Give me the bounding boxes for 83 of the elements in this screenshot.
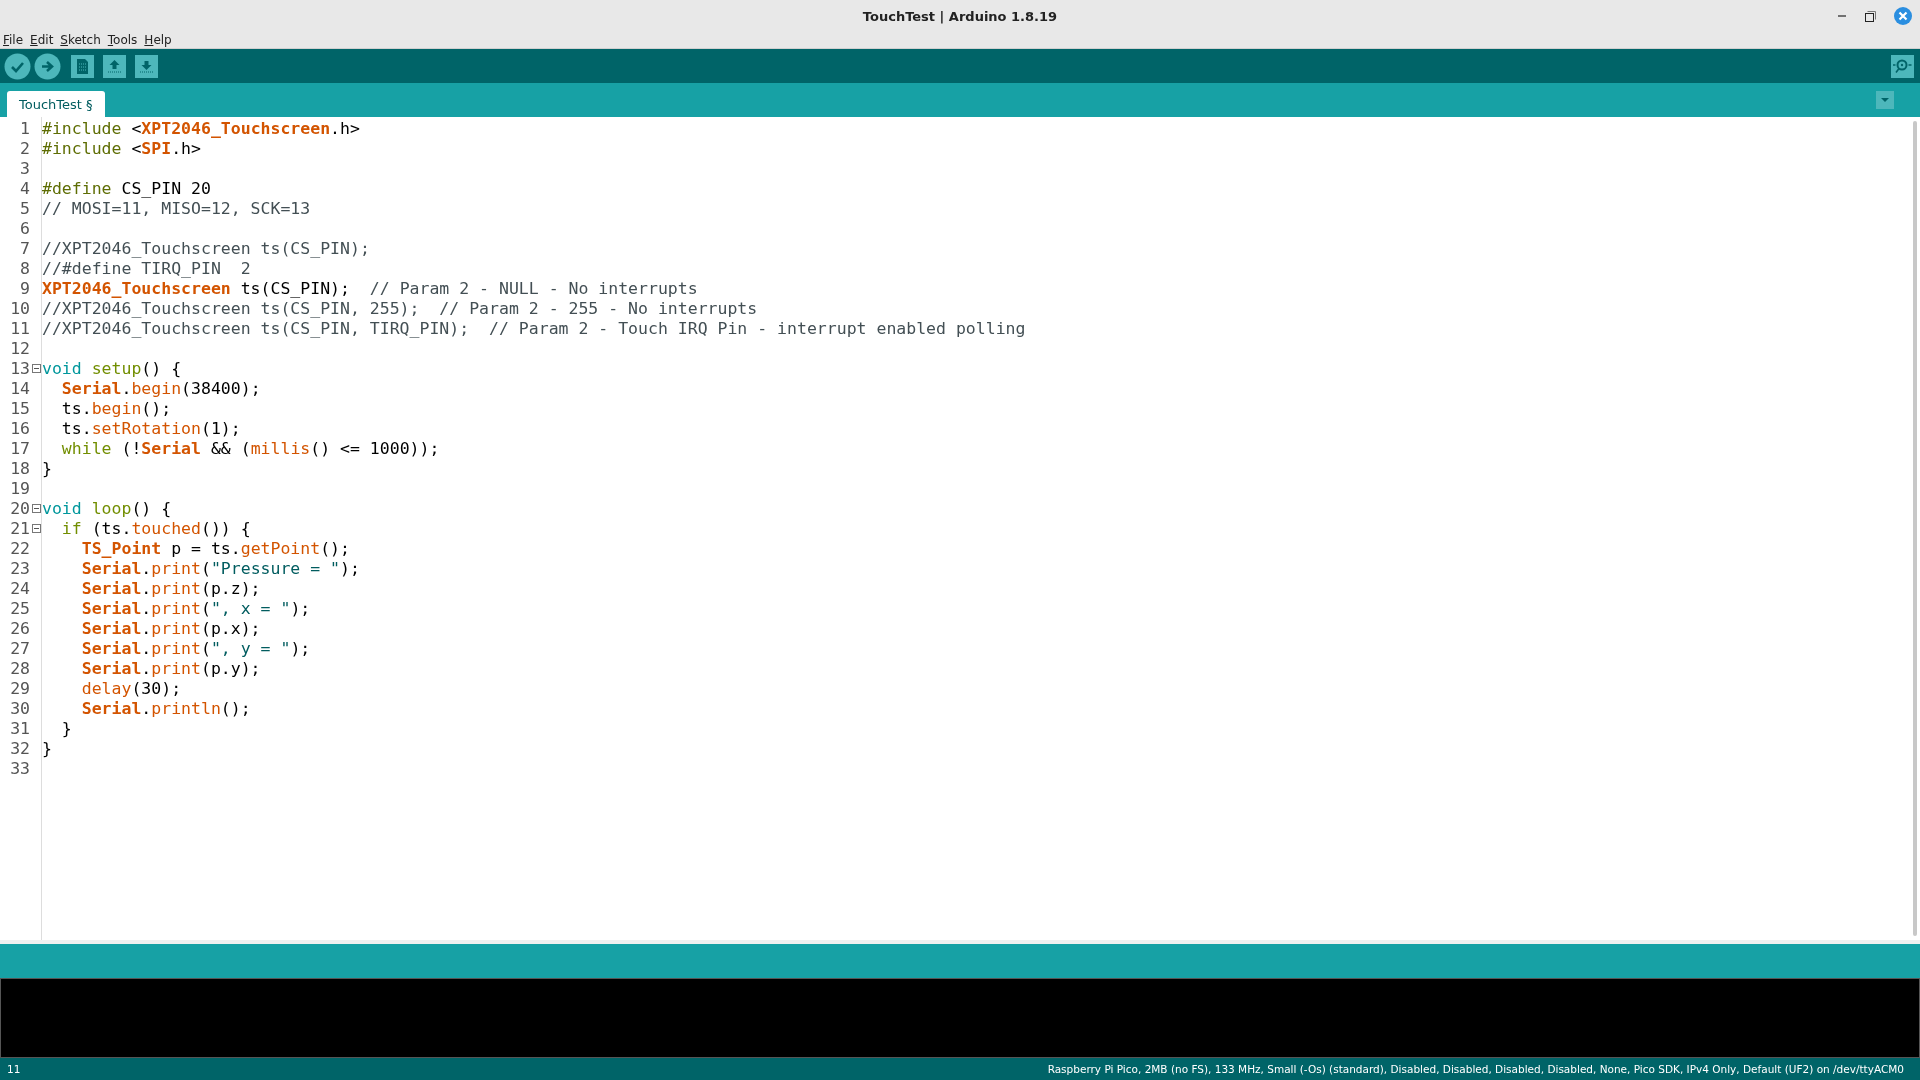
new-sketch-button[interactable] xyxy=(71,54,94,78)
line-number: 29 xyxy=(9,678,30,698)
code-line: // MOSI=11, MISO=12, SCK=13 xyxy=(42,198,311,218)
line-number: 23 xyxy=(9,558,30,578)
line-number: 1 xyxy=(19,118,30,138)
code-line: Serial.print(p.x); xyxy=(80,618,261,638)
fold-icon[interactable] xyxy=(31,363,41,373)
line-number: 9 xyxy=(19,278,30,298)
code-line: Serial.print(", x = "); xyxy=(80,598,311,618)
serial-monitor-button[interactable] xyxy=(1891,54,1914,78)
line-number: 33 xyxy=(9,758,30,778)
line-number: 22 xyxy=(9,538,30,558)
code-line: //XPT2046_Touchscreen ts(CS_PIN); xyxy=(42,238,370,258)
board-info: Raspberry Pi Pico, 2MB (no FS), 133 MHz, Small (-Os) (standard), Disabled, Disabled, Disabled, Disabled, None, Pico SDK, IPv4 Only, Default (UF2) on /dev/ttyACM0 xyxy=(1047,1063,1904,1075)
line-number: 6 xyxy=(19,218,30,238)
fold-icon[interactable] xyxy=(31,503,41,513)
code-line: //XPT2046_Touchscreen ts(CS_PIN, TIRQ_PIN); // Param 2 - Touch IRQ Pin - interrupt enabled polling xyxy=(42,318,1026,338)
line-number: 28 xyxy=(9,658,30,678)
save-button[interactable] xyxy=(135,54,158,78)
line-number: 20 xyxy=(9,498,30,518)
line-number: 30 xyxy=(9,698,30,718)
menu-item[interactable]: File xyxy=(3,33,24,47)
menu-item[interactable]: Edit xyxy=(30,33,54,47)
line-number: 26 xyxy=(9,618,30,638)
window-title: TouchTest | Arduino 1.8.19 xyxy=(862,8,1058,24)
line-number: 19 xyxy=(9,478,30,498)
maximize-icon[interactable] xyxy=(1865,10,1876,22)
line-number: 17 xyxy=(9,438,30,458)
code-line: Serial.begin(38400); xyxy=(60,378,261,398)
verify-button[interactable] xyxy=(4,52,31,80)
code-line: } xyxy=(42,458,52,478)
code-line: Serial.print(", y = "); xyxy=(80,638,311,658)
code-line: Serial.print("Pressure = "); xyxy=(80,558,360,578)
line-number: 3 xyxy=(19,158,30,178)
code-line: //#define TIRQ_PIN 2 xyxy=(42,258,251,278)
line-indicator: 11 xyxy=(7,1063,21,1075)
line-number: 11 xyxy=(9,318,30,338)
upload-button[interactable] xyxy=(34,52,61,80)
line-number: 7 xyxy=(19,238,30,258)
line-number: 5 xyxy=(19,198,30,218)
code-line: TS_Point p = ts.getPoint(); xyxy=(80,538,350,558)
close-icon[interactable] xyxy=(1894,7,1912,25)
code-line: Serial.println(); xyxy=(80,698,251,718)
line-number: 10 xyxy=(9,298,30,318)
line-number: 2 xyxy=(19,138,30,158)
code-line: while (!Serial && (millis() <= 1000)); xyxy=(60,438,440,458)
line-number: 21 xyxy=(9,518,30,538)
line-number: 4 xyxy=(19,178,30,198)
code-line: Serial.print(p.y); xyxy=(80,658,261,678)
code-line: //XPT2046_Touchscreen ts(CS_PIN, 255); // Param 2 - 255 - No interrupts xyxy=(42,298,758,318)
code-line: if (ts.touched()) { xyxy=(60,518,251,538)
code-line: ts.begin(); xyxy=(60,398,172,418)
code-line: delay(30); xyxy=(80,678,182,698)
line-number: 13 xyxy=(9,358,30,378)
line-number: 31 xyxy=(9,718,30,738)
menu-item[interactable]: Sketch xyxy=(60,33,101,47)
code-line: } xyxy=(60,718,72,738)
line-number: 12 xyxy=(9,338,30,358)
scrollbar[interactable] xyxy=(1913,121,1917,936)
line-number: 16 xyxy=(9,418,30,438)
code-line: void setup() { xyxy=(42,358,182,378)
code-line: XPT2046_Touchscreen ts(CS_PIN); // Param 2 - NULL - No interrupts xyxy=(42,278,698,298)
code-line: } xyxy=(42,738,52,758)
open-button[interactable] xyxy=(103,54,126,78)
line-number: 25 xyxy=(9,598,30,618)
code-line: Serial.print(p.z); xyxy=(80,578,261,598)
code-line: #define CS_PIN 20 xyxy=(42,178,211,198)
menu-item[interactable]: Tools xyxy=(107,33,138,47)
tab-menu-button[interactable] xyxy=(1876,91,1894,109)
line-number: 8 xyxy=(19,258,30,278)
line-number: 24 xyxy=(9,578,30,598)
code-line: ts.setRotation(1); xyxy=(60,418,241,438)
sketch-tab[interactable]: TouchTest § xyxy=(7,91,105,117)
code-line: #include <XPT2046_Touchscreen.h> xyxy=(42,118,360,138)
menu-item[interactable]: Help xyxy=(144,33,172,47)
line-number: 18 xyxy=(9,458,30,478)
line-number: 27 xyxy=(9,638,30,658)
line-number: 15 xyxy=(9,398,30,418)
fold-icon[interactable] xyxy=(31,523,41,533)
code-line: #include <SPI.h> xyxy=(42,138,201,158)
line-number: 32 xyxy=(9,738,30,758)
code-line: void loop() { xyxy=(42,498,172,518)
line-number: 14 xyxy=(9,378,30,398)
